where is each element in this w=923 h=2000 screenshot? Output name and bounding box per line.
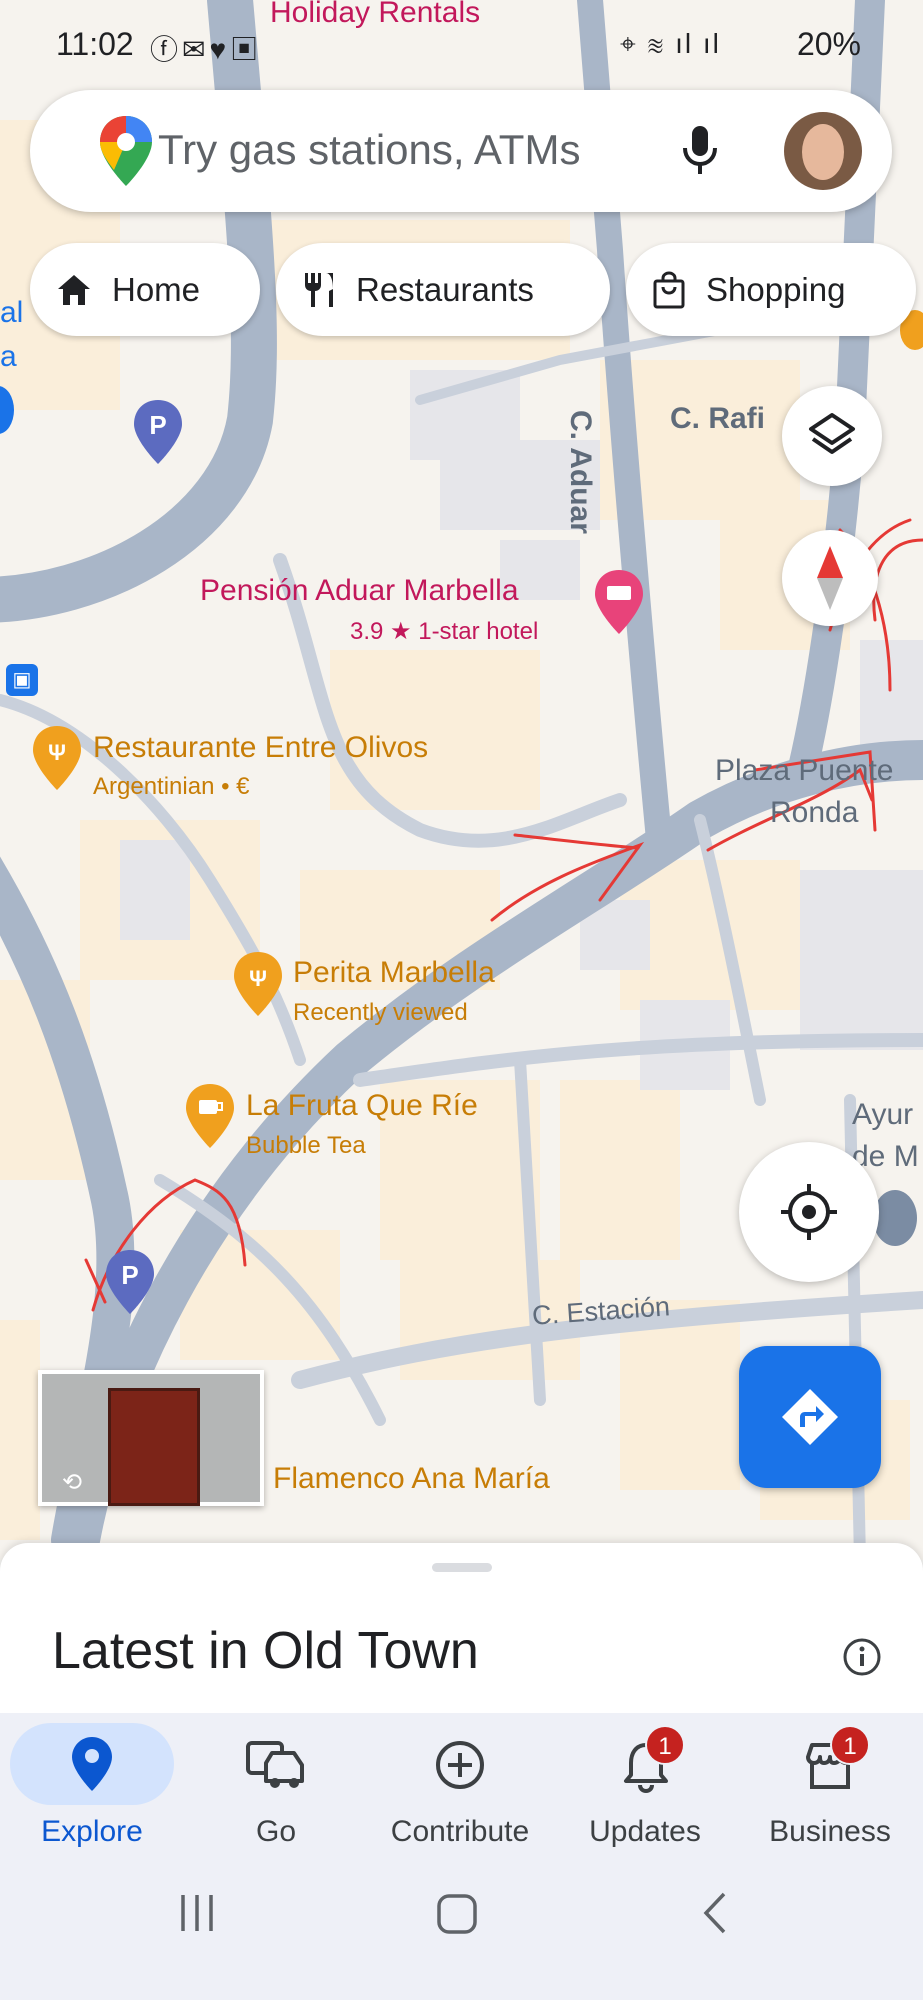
plus-circle-icon: [436, 1741, 484, 1789]
cafe-sub-label: Bubble Tea: [246, 1132, 366, 1159]
layers-icon: [809, 413, 855, 454]
system-navigation-bar: [0, 1853, 923, 2000]
restaurant-sub-label: Argentinian • €: [93, 773, 250, 800]
perita-sub-label: Recently viewed: [293, 999, 468, 1026]
chip-restaurants[interactable]: Restaurants: [276, 243, 610, 336]
business-badge: 1: [830, 1725, 870, 1765]
nav-updates[interactable]: 1 Updates: [553, 1713, 737, 1853]
perita-name-label[interactable]: Perita Marbella: [293, 956, 495, 990]
svg-text:Ψ: Ψ: [249, 966, 267, 991]
nav-explore-label: Explore: [41, 1815, 143, 1848]
home-button-icon[interactable]: [436, 1893, 478, 1935]
left-edge-label-1: al: [0, 296, 24, 329]
chip-shopping[interactable]: Shopping: [626, 243, 916, 336]
chip-shopping-label: Shopping: [706, 270, 846, 308]
layers-button[interactable]: [782, 386, 882, 486]
plaza-label-line2[interactable]: Ronda: [770, 796, 858, 830]
cafe-pin-icon[interactable]: [186, 1084, 234, 1148]
updates-badge: 1: [645, 1725, 685, 1765]
status-connectivity-icons: ⌖ ≋ ıl ıl: [620, 28, 721, 59]
my-location-icon: [781, 1184, 837, 1240]
recent-apps-icon[interactable]: [177, 1893, 217, 1933]
info-icon[interactable]: [842, 1637, 882, 1677]
status-notification-icons: ⓕ✉♥▣: [150, 34, 263, 65]
status-time: 11:02: [56, 26, 134, 62]
chip-restaurants-label: Restaurants: [356, 270, 534, 308]
chip-home[interactable]: Home: [30, 243, 260, 336]
svg-text:P: P: [149, 410, 166, 440]
microphone-icon[interactable]: [680, 124, 720, 178]
nav-updates-label: Updates: [589, 1815, 701, 1848]
profile-avatar[interactable]: [784, 112, 862, 190]
hotel-rating-label: 3.9 ★ 1-star hotel: [350, 618, 539, 645]
compass-button[interactable]: [782, 530, 878, 626]
hotel-name-label[interactable]: Pensión Aduar Marbella: [200, 574, 519, 608]
directions-icon: [782, 1389, 838, 1445]
bottom-navigation: Explore Go Contribute 1 Updates 1 Busine…: [0, 1713, 923, 1853]
restaurant-pin-icon[interactable]: Ψ: [234, 952, 282, 1016]
nav-explore[interactable]: Explore: [0, 1713, 184, 1853]
parking-pin[interactable]: P: [134, 400, 182, 464]
bottom-sheet[interactable]: Latest in Old Town: [0, 1543, 923, 1713]
svg-text:Ψ: Ψ: [48, 740, 66, 765]
restaurant-name-label[interactable]: Restaurante Entre Olivos: [93, 731, 428, 765]
nav-go-label: Go: [255, 1815, 297, 1848]
home-icon: [58, 274, 90, 305]
hotel-pin-icon[interactable]: [595, 570, 643, 634]
nav-go[interactable]: Go: [184, 1713, 368, 1853]
street-view-rotate-icon: ⟲: [62, 1469, 83, 1496]
street-view-thumbnail[interactable]: ⟲: [38, 1370, 264, 1506]
compass-icon: [817, 546, 843, 610]
plaza-label-line1[interactable]: Plaza Puente: [715, 754, 893, 788]
chip-home-label: Home: [112, 270, 201, 308]
svg-text:P: P: [121, 1260, 138, 1290]
nav-business[interactable]: 1 Business: [738, 1713, 922, 1853]
search-bar[interactable]: Try gas stations, ATMs: [30, 90, 892, 212]
nav-business-label: Business: [769, 1815, 891, 1848]
directions-button[interactable]: [739, 1346, 881, 1488]
nav-contribute[interactable]: Contribute: [368, 1713, 552, 1853]
avatar-face: [802, 124, 844, 180]
city-hall-pin-icon[interactable]: [873, 1190, 917, 1246]
door-image: [108, 1388, 200, 1506]
restaurant-icon: [305, 272, 333, 307]
street-label-aduar: C. Aduar: [564, 410, 597, 534]
car-icon: [246, 1741, 304, 1788]
status-bar: 11:02 ⓕ✉♥▣ ⌖ ≋ ıl ıl 20%: [0, 0, 923, 90]
nav-contribute-label: Contribute: [390, 1815, 530, 1848]
street-label-rafi: C. Rafi: [670, 402, 766, 435]
maps-screen: C. Aduar C. Rafi C. Estación llejos Holi…: [0, 0, 923, 2000]
maps-logo-icon: [100, 116, 152, 186]
cafe-name-label[interactable]: La Fruta Que Ríe: [246, 1089, 478, 1123]
sheet-drag-handle[interactable]: [432, 1563, 492, 1572]
location-pin-icon: [72, 1737, 112, 1791]
flamenco-label[interactable]: Flamenco Ana María: [273, 1462, 550, 1496]
status-battery: 20%: [796, 26, 861, 62]
restaurant-pin-icon[interactable]: Ψ: [33, 726, 81, 790]
sheet-title: Latest in Old Town: [52, 1622, 479, 1680]
my-location-button[interactable]: [739, 1142, 879, 1282]
map-canvas[interactable]: C. Aduar C. Rafi C. Estación llejos Holi…: [0, 0, 923, 1560]
shopping-bag-icon: [653, 270, 685, 308]
ayuntamiento-label-line1[interactable]: Ayur: [852, 1098, 913, 1132]
bus-stop-icon[interactable]: ▣: [6, 664, 38, 696]
search-placeholder[interactable]: Try gas stations, ATMs: [158, 126, 580, 174]
left-edge-label-2: a: [0, 340, 17, 373]
back-icon[interactable]: [700, 1891, 730, 1935]
parking-pin[interactable]: P: [106, 1250, 154, 1314]
